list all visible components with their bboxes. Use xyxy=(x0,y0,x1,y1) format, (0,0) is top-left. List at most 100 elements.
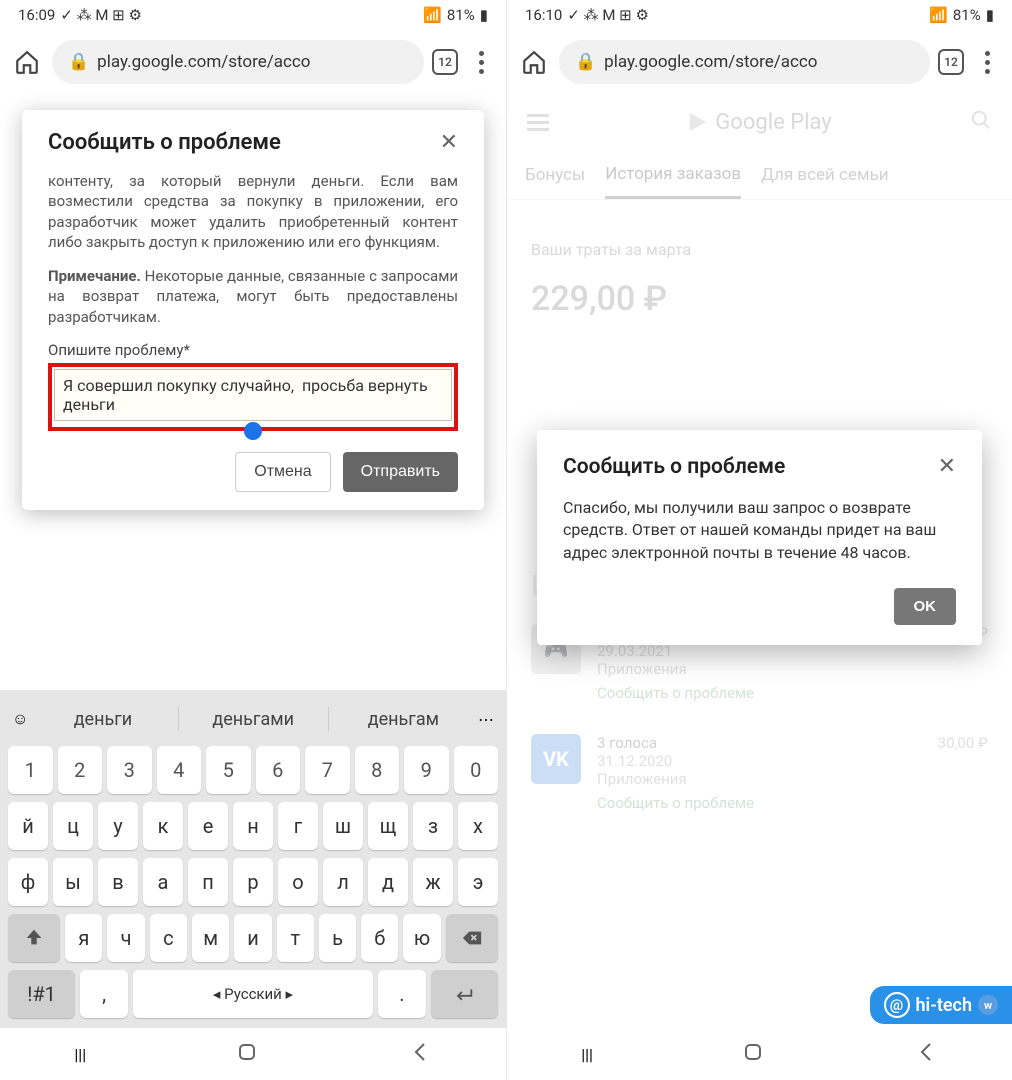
key-letter[interactable]: ю xyxy=(403,914,440,962)
key-letter[interactable]: ь xyxy=(319,914,356,962)
problem-description-input[interactable] xyxy=(54,369,452,421)
ok-button[interactable]: OK xyxy=(894,588,957,625)
key-letter[interactable]: р xyxy=(233,858,273,906)
key-letter[interactable]: с xyxy=(150,914,187,962)
more-icon[interactable]: ⋯ xyxy=(478,710,494,729)
hamburger-icon[interactable] xyxy=(527,114,549,131)
tab-history[interactable]: История заказов xyxy=(605,152,741,199)
cancel-button[interactable]: Отмена xyxy=(235,452,330,492)
status-bar: 16:10 ✓ ⁂ M ⊞ ⚙ 📶 81% ▮ xyxy=(507,0,1012,30)
keyboard-row-5: !#1 , ◂ Русский ▸ . xyxy=(4,966,502,1022)
tab-count[interactable]: 12 xyxy=(938,49,964,75)
key-letter[interactable]: ч xyxy=(107,914,144,962)
close-icon[interactable]: ✕ xyxy=(440,130,458,155)
key-letter[interactable]: и xyxy=(234,914,271,962)
battery-text: 81% xyxy=(447,6,475,24)
google-play-header: Google Play xyxy=(507,94,1012,150)
order-price: 30,00 ₽ xyxy=(938,734,988,812)
emoji-toggle-icon[interactable]: ☺ xyxy=(12,709,28,729)
home-icon[interactable] xyxy=(10,45,44,79)
key-letter[interactable]: ц xyxy=(53,802,93,850)
suggestion-3[interactable]: деньгам xyxy=(339,709,468,730)
send-button[interactable]: Отправить xyxy=(343,452,458,492)
menu-icon[interactable] xyxy=(972,51,1002,74)
key-letter[interactable]: в xyxy=(98,858,138,906)
field-label: Опишите проблему* xyxy=(48,341,458,359)
key-3[interactable]: 3 xyxy=(107,746,152,794)
key-2[interactable]: 2 xyxy=(58,746,103,794)
space-key[interactable]: ◂ Русский ▸ xyxy=(133,970,373,1018)
key-letter[interactable]: г xyxy=(278,802,318,850)
key-letter[interactable]: п xyxy=(188,858,228,906)
comma-key[interactable]: , xyxy=(80,970,128,1018)
key-9[interactable]: 9 xyxy=(404,746,449,794)
tab-bonus[interactable]: Бонусы xyxy=(525,165,585,185)
key-letter[interactable]: н xyxy=(233,802,273,850)
close-icon[interactable]: ✕ xyxy=(938,454,956,479)
back-icon[interactable] xyxy=(408,1040,432,1068)
key-0[interactable]: 0 xyxy=(454,746,499,794)
key-letter[interactable]: б xyxy=(361,914,398,962)
shift-key[interactable] xyxy=(8,914,60,962)
home-icon[interactable] xyxy=(517,45,551,79)
key-letter[interactable]: ш xyxy=(323,802,363,850)
tab-count[interactable]: 12 xyxy=(432,49,458,75)
recent-apps-icon[interactable]: ||| xyxy=(74,1045,86,1064)
key-letter[interactable]: ф xyxy=(8,858,48,906)
order-category: Приложения xyxy=(597,660,913,678)
key-letter[interactable]: л xyxy=(323,858,363,906)
report-problem-link[interactable]: Сообщить о проблеме xyxy=(597,684,913,702)
key-letter[interactable]: м xyxy=(192,914,229,962)
key-letter[interactable]: ы xyxy=(53,858,93,906)
tabs: Бонусы История заказов Для всей семьи xyxy=(507,150,1012,200)
menu-icon[interactable] xyxy=(466,51,496,74)
report-problem-link[interactable]: Сообщить о проблеме xyxy=(597,794,922,812)
key-letter[interactable]: д xyxy=(368,858,408,906)
order-category: Приложения xyxy=(597,770,922,788)
at-icon: @ xyxy=(884,992,910,1018)
enter-key[interactable] xyxy=(431,970,498,1018)
backspace-key[interactable] xyxy=(446,914,498,962)
tab-family[interactable]: Для всей семьи xyxy=(761,165,889,185)
key-letter[interactable]: ж xyxy=(413,858,453,906)
key-letter[interactable]: т xyxy=(277,914,314,962)
url-text: play.google.com/store/acco xyxy=(97,52,310,72)
suggestion-2[interactable]: деньгами xyxy=(189,709,318,730)
key-1[interactable]: 1 xyxy=(8,746,53,794)
key-7[interactable]: 7 xyxy=(305,746,350,794)
recent-apps-icon[interactable]: ||| xyxy=(581,1045,593,1064)
status-icons: ✓ ⁂ M ⊞ ⚙ xyxy=(567,6,649,24)
android-navbar: ||| xyxy=(507,1028,1012,1080)
url-bar[interactable]: 🔒 play.google.com/store/acco xyxy=(559,40,930,84)
home-button-icon[interactable] xyxy=(235,1040,259,1068)
key-8[interactable]: 8 xyxy=(355,746,400,794)
key-5[interactable]: 5 xyxy=(206,746,251,794)
symbols-key[interactable]: !#1 xyxy=(8,970,75,1018)
key-letter[interactable]: й xyxy=(8,802,48,850)
suggestion-1[interactable]: деньги xyxy=(38,709,167,730)
key-letter[interactable]: х xyxy=(458,802,498,850)
status-time: 16:09 xyxy=(18,6,55,24)
order-item: VK 3 голоса 31.12.2020 Приложения Сообщи… xyxy=(531,718,988,828)
search-icon[interactable] xyxy=(970,109,992,135)
key-letter[interactable]: о xyxy=(278,858,318,906)
spend-summary: Ваши траты за марта 229,00 ₽ xyxy=(507,200,1012,339)
key-letter[interactable]: у xyxy=(98,802,138,850)
url-bar[interactable]: 🔒 play.google.com/store/acco xyxy=(52,40,424,84)
key-letter[interactable]: е xyxy=(188,802,228,850)
key-letter[interactable]: з xyxy=(413,802,453,850)
battery-text: 81% xyxy=(953,6,981,24)
key-6[interactable]: 6 xyxy=(256,746,301,794)
key-letter[interactable]: э xyxy=(458,858,498,906)
key-letter[interactable]: щ xyxy=(368,802,408,850)
period-key[interactable]: . xyxy=(378,970,426,1018)
home-button-icon[interactable] xyxy=(741,1040,765,1068)
key-4[interactable]: 4 xyxy=(157,746,202,794)
key-letter[interactable]: а xyxy=(143,858,183,906)
order-thumb: VK xyxy=(531,734,581,784)
status-icons: ✓ ⁂ M ⊞ ⚙ xyxy=(60,6,142,24)
phone-right: 16:10 ✓ ⁂ M ⊞ ⚙ 📶 81% ▮ 🔒 play.google.co… xyxy=(506,0,1012,1080)
key-letter[interactable]: я xyxy=(65,914,102,962)
back-icon[interactable] xyxy=(914,1040,938,1068)
key-letter[interactable]: к xyxy=(143,802,183,850)
